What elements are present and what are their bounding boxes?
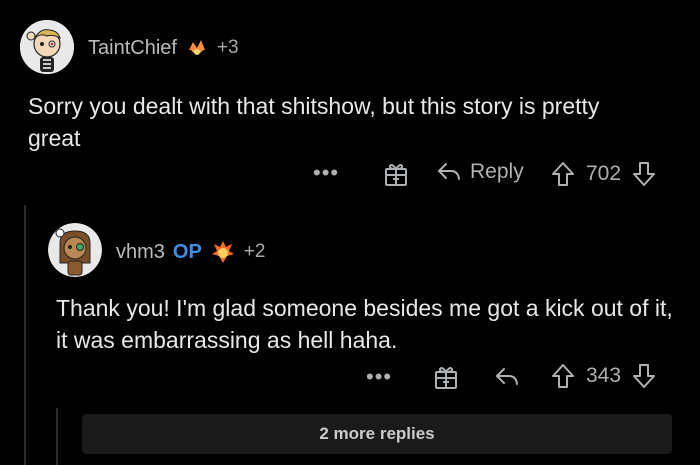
award-gift-icon[interactable] <box>382 160 410 188</box>
username[interactable]: TaintChief <box>88 37 177 60</box>
snoo-avatar-icon <box>20 20 74 74</box>
upvote-icon[interactable] <box>550 160 576 188</box>
comment-text: Thank you! I'm glad someone besides me g… <box>56 295 673 353</box>
more-options-button[interactable]: ••• <box>366 364 392 390</box>
flame-award-icon[interactable] <box>210 239 236 265</box>
username[interactable]: vhm3 <box>116 241 165 264</box>
thread-line-2[interactable] <box>56 408 58 465</box>
op-badge: OP <box>172 240 202 263</box>
upvote-icon[interactable] <box>550 362 576 390</box>
downvote-icon[interactable] <box>631 160 657 188</box>
score: 343 <box>586 364 622 387</box>
reply-arrow-icon[interactable] <box>494 365 520 389</box>
snoo-avatar-icon <box>48 223 102 277</box>
award-gift-icon[interactable] <box>432 363 460 391</box>
more-replies-label: 2 more replies <box>319 424 435 443</box>
reply-label: Reply <box>470 160 524 183</box>
crystal-award-icon[interactable] <box>185 36 209 60</box>
more-replies-button[interactable]: 2 more replies <box>82 414 672 454</box>
award-count: +2 <box>243 241 266 262</box>
reply-arrow-icon <box>436 160 462 184</box>
reply-button[interactable]: Reply <box>436 160 524 184</box>
avatar[interactable] <box>20 20 74 74</box>
avatar[interactable] <box>48 223 102 277</box>
award-count: +3 <box>216 37 239 58</box>
thread-line-1[interactable] <box>24 205 26 465</box>
vote-bar: 343 <box>550 362 657 390</box>
vote-bar: 702 <box>550 160 657 188</box>
score: 702 <box>586 162 622 185</box>
downvote-icon[interactable] <box>631 362 657 390</box>
comment-text: Sorry you dealt with that shitshow, but … <box>28 93 600 151</box>
more-options-button[interactable]: ••• <box>313 160 339 186</box>
